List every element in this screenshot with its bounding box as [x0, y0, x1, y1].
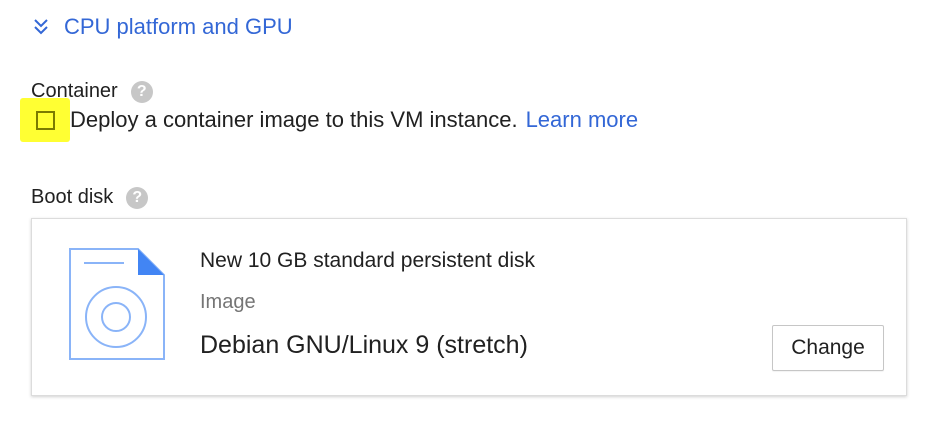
boot-disk-title: New 10 GB standard persistent disk [200, 249, 535, 272]
boot-disk-help-icon[interactable]: ? [126, 186, 149, 209]
boot-disk-image-label: Image [200, 291, 256, 313]
boot-disk-field-label: Boot disk ? [31, 186, 149, 209]
vm-create-form-section: CPU platform and GPU Container ? Deploy … [0, 0, 946, 421]
double-chevron-down-icon [34, 19, 48, 35]
cpu-platform-gpu-expander[interactable]: CPU platform and GPU [32, 14, 293, 40]
disk-image-icon [69, 248, 165, 360]
deploy-container-text: Deploy a container image to this VM inst… [70, 107, 638, 133]
checkbox-highlight [20, 98, 70, 142]
change-boot-disk-button[interactable]: Change [772, 325, 884, 371]
deploy-container-checkbox[interactable] [35, 110, 55, 130]
cpu-platform-gpu-label: CPU platform and GPU [64, 14, 293, 39]
boot-disk-label: Boot disk [31, 186, 114, 208]
boot-disk-card: New 10 GB standard persistent disk Image… [31, 218, 907, 396]
deploy-container-label: Deploy a container image to this VM inst… [70, 107, 518, 132]
learn-more-link[interactable]: Learn more [526, 107, 639, 132]
boot-disk-image-value: Debian GNU/Linux 9 (stretch) [200, 331, 528, 359]
deploy-container-row: Deploy a container image to this VM inst… [20, 98, 638, 142]
